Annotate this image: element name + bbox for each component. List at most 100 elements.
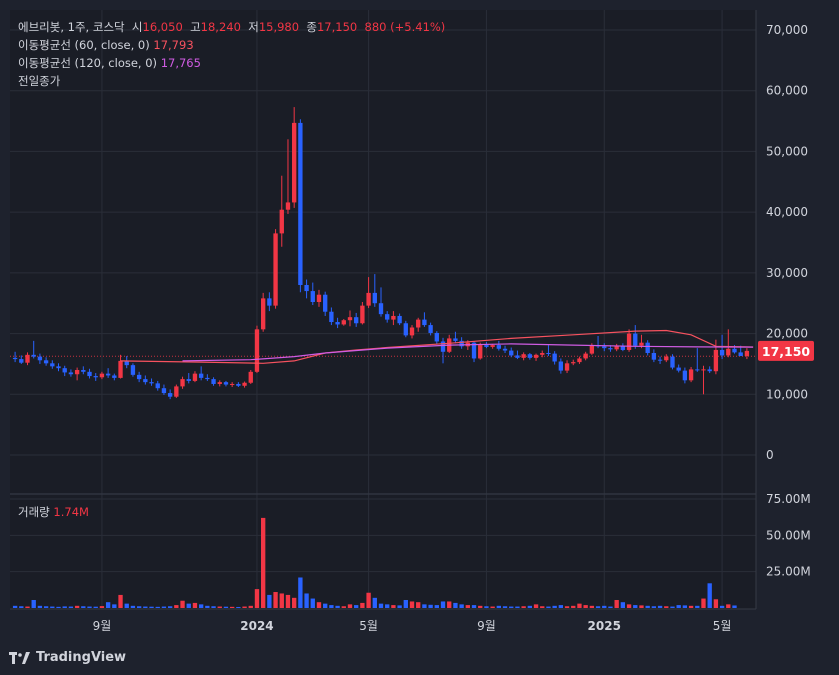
volume-bar [403,600,408,608]
candle-body [738,352,743,357]
candle-body [105,373,111,376]
volume-bar [732,605,737,608]
high-label: 고 [190,20,201,34]
volume-legend[interactable]: 거래량 1.74M [18,504,89,520]
tradingview-icon [9,651,31,664]
candle-body [695,369,700,371]
volume-bar [726,604,731,608]
candle-body [273,233,278,306]
chart-canvas[interactable]: 70,000 60,000 50,000 40,000 30,000 20,000 10,0… [0,0,839,675]
volume-bar [37,605,43,608]
candle-body [279,209,284,234]
volume-pane [10,495,756,609]
candle-body [409,327,415,336]
candle-body [540,353,545,355]
volume-bar [50,606,55,608]
volume-bar [719,605,725,608]
separator: , [60,20,68,34]
price-tick-label: 20,000 [766,327,808,341]
volume-bar [130,605,136,608]
candle-body [155,383,160,389]
volume-bar [471,605,477,608]
volume-bar [25,606,30,608]
volume-bar [192,602,198,608]
candle-body [558,361,564,371]
volume-bar [354,605,359,608]
candle-body [614,346,619,350]
volume-bar [329,605,334,608]
candle-body [577,358,582,363]
candle-body [180,379,185,387]
time-tick-label: 2025 [588,619,621,633]
volume-bar [186,603,191,608]
time-tick-label: 9월 [93,619,112,633]
change-value: 880 (+5.41%) [364,20,446,34]
volume-bar [217,606,222,608]
candle-body [25,354,30,363]
volume-bar [707,583,712,608]
candle-body [143,379,148,383]
volume-bar [19,606,24,608]
candle-body [571,362,576,364]
candle-body [31,354,36,357]
indicator-ma60[interactable]: 이동평균선 (60, close, 0) 17,793 [18,36,445,54]
volume-bar [688,605,694,608]
indicator-label: 이동평균선 (60, close, 0) [18,38,150,52]
volume-bar [341,606,346,608]
volume-bar [229,606,235,608]
volume-bar [459,604,464,608]
volume-bar [502,606,508,608]
candle-body [310,291,315,302]
price-tick-label: 50,000 [766,144,808,158]
volume-bar [645,605,650,608]
candle-body [434,332,439,342]
volume-bar [31,600,36,608]
volume-bar [124,603,129,608]
volume-bar [155,606,160,608]
volume-bar [428,604,433,608]
volume-bar [676,605,681,608]
symbol-name[interactable]: 에브리봇 [18,20,60,34]
volume-bar [118,594,123,608]
candle-body [260,298,266,330]
candle-body [267,298,272,306]
candle-body [87,371,92,377]
volume-bar [304,593,309,608]
legend: 에브리봇, 1주, 코스닥 시16,050 고18,240 저15,980 종1… [18,18,445,90]
candle-body [347,317,353,321]
candle-body [329,311,334,323]
candle-body [552,353,557,362]
indicator-prev-close[interactable]: 전일종가 [18,72,445,90]
volume-bar [99,606,105,608]
volume-bar [279,593,284,608]
volume-bar [713,599,719,608]
volume-bar [310,598,315,608]
volume-bar [161,606,167,608]
candle-body [602,346,607,349]
candle-body [223,382,229,385]
volume-bar [490,606,495,608]
volume-bar [198,604,204,608]
volume-bar [484,606,489,608]
candle-body [161,388,167,394]
candle-body [533,354,539,358]
candle-body [93,376,98,378]
candle-body [118,360,123,378]
volume-bar [260,517,266,608]
candle-body [149,382,154,384]
candle-body [726,348,731,356]
candle-body [68,372,74,375]
brand-logo[interactable]: TradingView [9,650,126,665]
candle-body [651,353,657,360]
volume-bar [267,594,272,608]
candle-body [19,359,24,363]
time-tick-label: 5월 [359,619,378,633]
volume-bar [416,602,421,608]
volume-bar [670,606,675,608]
symbol-interval[interactable]: 1주 [68,20,86,34]
indicator-ma120[interactable]: 이동평균선 (120, close, 0) 17,765 [18,54,445,72]
candle-body [323,294,328,312]
price-tag: 17,150 [762,344,811,359]
candle-body [701,369,706,371]
candle-body [62,368,67,373]
